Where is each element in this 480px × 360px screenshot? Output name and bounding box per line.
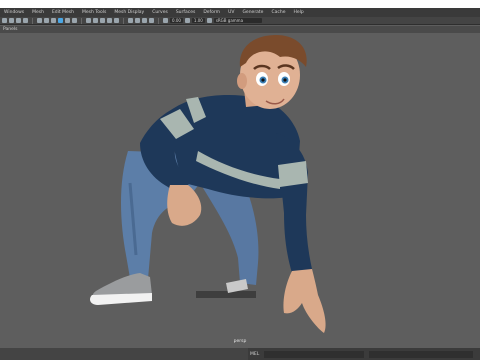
menu-mesh-tools[interactable]: Mesh Tools xyxy=(81,10,107,15)
antialiasing-icon[interactable] xyxy=(114,18,119,23)
status-left-panel xyxy=(0,348,248,360)
menu-generate[interactable]: Generate xyxy=(241,10,264,15)
film-gate-icon[interactable] xyxy=(44,18,49,23)
exposure-field[interactable]: 0.00 xyxy=(170,18,183,23)
right-pupil xyxy=(283,78,287,82)
camera-label: persp xyxy=(233,339,247,344)
mel-result-field xyxy=(369,350,473,358)
menu-mesh-display[interactable]: Mesh Display xyxy=(113,10,145,15)
left-sneaker-sole xyxy=(90,293,152,305)
menu-cache[interactable]: Cache xyxy=(270,10,286,15)
grid-icon[interactable] xyxy=(37,18,42,23)
menu-mesh[interactable]: Mesh xyxy=(31,10,45,15)
select-camera-icon[interactable] xyxy=(2,18,7,23)
3d-viewport[interactable] xyxy=(0,33,480,348)
isolate-select-icon[interactable] xyxy=(128,18,133,23)
exposure-icon[interactable] xyxy=(163,18,168,23)
colorspace-dropdown[interactable]: sRGB gamma xyxy=(213,18,262,23)
menu-help[interactable]: Help xyxy=(292,10,304,15)
toolbar-divider xyxy=(158,17,159,24)
smooth-shade-icon[interactable] xyxy=(65,18,70,23)
backface-culling-icon[interactable] xyxy=(149,18,154,23)
mel-label: MEL xyxy=(250,351,260,357)
viewport-toolbar: 0.00 1.00 sRGB gamma xyxy=(0,17,480,25)
right-sneaker xyxy=(226,279,248,293)
right-arm-stripe xyxy=(278,161,308,187)
image-plane-icon[interactable] xyxy=(23,18,28,23)
wireframe-icon[interactable] xyxy=(58,18,63,23)
toolbar-divider xyxy=(81,17,82,24)
panels-menu[interactable]: Panels xyxy=(0,26,480,33)
toolbar-divider xyxy=(32,17,33,24)
xray-icon[interactable] xyxy=(135,18,140,23)
mel-command-input[interactable] xyxy=(264,350,364,358)
menu-windows[interactable]: Windows xyxy=(3,10,25,15)
xray-joints-icon[interactable] xyxy=(142,18,147,23)
status-bar: MEL xyxy=(0,348,480,360)
gamma-icon[interactable] xyxy=(184,18,190,23)
left-hand xyxy=(167,185,202,226)
textured-icon[interactable] xyxy=(72,18,77,23)
right-leg xyxy=(200,183,259,285)
motion-blur-icon[interactable] xyxy=(107,18,112,23)
gamma-field[interactable]: 1.00 xyxy=(191,18,205,23)
menu-edit-mesh[interactable]: Edit Mesh xyxy=(51,10,75,15)
bookmark-icon[interactable] xyxy=(16,18,21,23)
camera-attributes-icon[interactable] xyxy=(9,18,14,23)
ground-shadow xyxy=(196,291,256,298)
left-pupil xyxy=(261,78,265,82)
shadows-icon[interactable] xyxy=(93,18,98,23)
character-render xyxy=(90,35,326,333)
ear xyxy=(237,73,247,89)
menu-deform[interactable]: Deform xyxy=(202,10,221,15)
ambient-occlusion-icon[interactable] xyxy=(100,18,105,23)
menu-curves[interactable]: Curves xyxy=(151,10,169,15)
menu-uv[interactable]: UV xyxy=(227,10,235,15)
toolbar-divider xyxy=(123,17,124,24)
right-hand xyxy=(283,269,326,333)
top-strip xyxy=(0,0,480,8)
menu-surfaces[interactable]: Surfaces xyxy=(175,10,197,15)
view-transform-icon[interactable] xyxy=(206,18,212,23)
lighting-icon[interactable] xyxy=(86,18,91,23)
right-arm xyxy=(276,133,312,273)
resolution-gate-icon[interactable] xyxy=(51,18,56,23)
menu-bar: Windows Mesh Edit Mesh Mesh Tools Mesh D… xyxy=(0,8,480,17)
